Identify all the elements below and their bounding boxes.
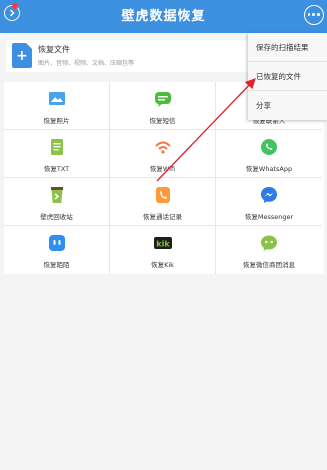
messenger-icon [261,187,277,203]
grid-item-photos[interactable]: 恢复照片 [4,82,110,130]
grid-item-kik[interactable]: kik 恢复Kik [110,226,216,274]
txt-icon [51,139,63,155]
more-menu-button[interactable] [304,5,324,25]
menu-item-share[interactable]: 分享 [248,91,327,120]
menu-item-recovered-files[interactable]: 已恢复的文件 [248,62,327,91]
grid-item-label: 恢复Messenger [244,213,294,221]
svg-text:kik: kik [156,240,170,249]
grid-item-wechat[interactable]: 恢复微信商团消息 [216,226,322,274]
grid-item-label: 恢复Kik [151,261,174,269]
grid-item-wifi[interactable]: 恢复Wifi [110,130,216,178]
grid-item-label: 恢复WhatsApp [245,165,293,173]
grid-item-label: 恢复Wifi [149,165,176,173]
momo-icon [49,235,65,251]
grid-item-recycle-bin[interactable]: 壁虎回收站 [4,178,110,226]
grid-item-label: 恢复陌陌 [43,261,70,269]
app-title: 壁虎数据恢复 [121,9,206,24]
kik-icon: kik [154,237,172,249]
grid-item-label: 恢复短信 [149,117,176,125]
wifi-icon [155,141,171,154]
grid-item-sms[interactable]: 恢复短信 [110,82,216,130]
grid-item-label: 恢复通话记录 [143,213,182,221]
grid-item-label: 恢复照片 [43,117,70,125]
grid-item-label: 恢复微信商团消息 [243,261,295,269]
grid-item-momo[interactable]: 恢复陌陌 [4,226,110,274]
grid-item-messenger[interactable]: 恢复Messenger [216,178,322,226]
grid-item-call-log[interactable]: 恢复通话记录 [110,178,216,226]
photo-icon [49,92,65,105]
recover-files-card[interactable]: + 恢复文件 图片、音频、视频、文档、压缩包等 [6,40,268,72]
recover-files-title: 恢复文件 [38,45,70,54]
grid-item-label: 恢复TXT [43,165,70,173]
grid-item-whatsapp[interactable]: 恢复WhatsApp [216,130,322,178]
grid-item-label: 壁虎回收站 [40,213,73,221]
app-header: 壁虎数据恢复 [0,0,327,33]
overflow-menu: 保存的扫描结果 已恢复的文件 分享 [248,33,327,120]
add-file-icon: + [12,43,32,68]
menu-item-saved-scans[interactable]: 保存的扫描结果 [248,33,327,62]
call-log-icon [156,187,170,203]
grid-item-txt[interactable]: 恢复TXT [4,130,110,178]
wechat-icon [261,235,277,251]
whatsapp-icon [261,139,277,155]
recover-files-subtitle: 图片、音频、视频、文档、压缩包等 [38,60,135,67]
recycle-bin-icon [51,187,63,203]
sms-icon [155,92,171,107]
